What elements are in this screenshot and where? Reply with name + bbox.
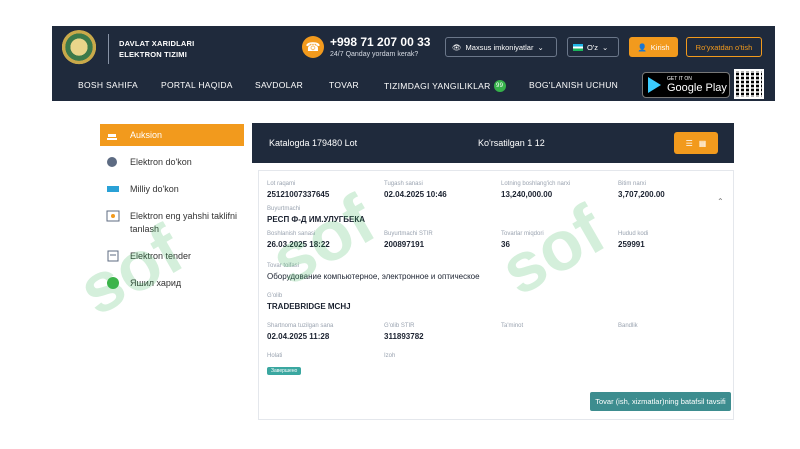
shown-count: Ko'rsatilgan 1 12 bbox=[478, 138, 545, 148]
flag-uz-icon bbox=[573, 43, 583, 51]
qr-code bbox=[734, 69, 764, 99]
sidebar-item-national-shop[interactable]: Milliy do'kon bbox=[100, 179, 244, 200]
customer-field: Buyurtmachi РЕСП Ф-Д ИМ.УЛУГБЕКА bbox=[267, 206, 366, 224]
brand-divider bbox=[108, 34, 109, 64]
chevron-up-icon[interactable]: ⌃ bbox=[717, 197, 724, 206]
contract-date-field: Shartnoma tuzilgan sana 02.04.2025 11:28 bbox=[267, 323, 334, 341]
support-phone[interactable]: ☎ +998 71 207 00 33 24/7 Qanday yordam k… bbox=[302, 35, 430, 58]
lot-number-field: Lot raqami 25121007337645 bbox=[267, 181, 330, 199]
state-emblem-icon bbox=[60, 30, 98, 68]
phone-icon: ☎ bbox=[302, 35, 324, 58]
register-button[interactable]: Ro'yxatdan o'tish bbox=[686, 37, 762, 57]
quantity-field: Tovarlar miqdori 36 bbox=[501, 231, 544, 249]
status-badge: Завершено bbox=[267, 367, 302, 375]
chevron-down-icon: ⌄ bbox=[537, 42, 544, 52]
details-button[interactable]: Tovar (ish, xizmatlar)ning batafsil tavs… bbox=[590, 392, 731, 411]
google-play-button[interactable]: GET IT ON Google Play bbox=[642, 72, 730, 98]
note-field: Izoh bbox=[384, 353, 396, 359]
nav-news[interactable]: TIZIMDAGI YANGILIKLAR 99 bbox=[384, 80, 506, 92]
list-icon: ☰ bbox=[685, 138, 693, 148]
brand-title: DAVLAT XARIDLARI ELEKTRON TIZIMI bbox=[119, 39, 195, 59]
language-selector[interactable]: O'z ⌄ bbox=[567, 37, 619, 57]
top-header: DAVLAT XARIDLARI ELEKTRON TIZIMI ☎ +998 … bbox=[52, 26, 775, 101]
accessibility-dropdown[interactable]: 👁 Maxsus imkoniyatlar ⌄ bbox=[445, 37, 557, 57]
sidebar-item-auction[interactable]: Auksion bbox=[100, 124, 244, 146]
shop-icon bbox=[107, 157, 117, 167]
sidebar-item-eshop[interactable]: Elektron do'kon bbox=[100, 152, 244, 173]
extra-field-1: Ta'minot bbox=[501, 323, 524, 329]
grid-icon: ▦ bbox=[698, 138, 707, 148]
region-field: Hudud kodi 259991 bbox=[618, 231, 649, 249]
phone-number: +998 71 207 00 33 bbox=[330, 35, 431, 49]
catalog-count: Katalogda 179480 Lot bbox=[269, 138, 358, 148]
tender-icon bbox=[107, 250, 119, 262]
offer-icon bbox=[106, 210, 120, 222]
inn-field: Buyurtmachi STIR 200897191 bbox=[384, 231, 433, 249]
sidebar-item-best-offer[interactable]: Elektron eng yahshi taklifni tanlash bbox=[100, 206, 244, 240]
category-field: Tovar toifasi Оборудование компьютерное,… bbox=[267, 263, 480, 281]
lot-card[interactable]: Lot raqami 25121007337645 Tugash sanasi … bbox=[258, 170, 734, 420]
phone-subtitle: 24/7 Qanday yordam kerak? bbox=[330, 51, 419, 58]
category-sidebar: Auksion Elektron do'kon Milliy do'kon El… bbox=[100, 124, 244, 300]
eye-icon: 👁 bbox=[452, 42, 462, 52]
deal-price-field: Bitim narxi 3,707,200.00 bbox=[618, 181, 665, 199]
google-play-icon bbox=[648, 77, 661, 93]
chevron-down-icon: ⌄ bbox=[602, 42, 609, 52]
view-toggle-button[interactable]: ☰ ▦ bbox=[674, 132, 718, 154]
extra-field-2: Bandlik bbox=[618, 323, 638, 329]
status-field: Holati Завершено bbox=[267, 353, 302, 377]
user-icon: 👤 bbox=[637, 42, 647, 52]
news-count-badge: 99 bbox=[493, 80, 506, 92]
nav-home[interactable]: BOSH SAHIFA bbox=[78, 80, 138, 90]
nav-about[interactable]: PORTAL HAQIDA bbox=[161, 80, 233, 90]
catalog-header: Katalogda 179480 Lot Ko'rsatilgan 1 12 ☰… bbox=[252, 123, 734, 163]
national-shop-icon bbox=[107, 186, 119, 192]
start-date-field: Boshlanish sanasi 26.03.2025 18:22 bbox=[267, 231, 330, 249]
start-price-field: Lotning boshlang'ich narxi 13,240,000.00 bbox=[501, 181, 571, 199]
nav-contact[interactable]: BOG'LANISH UCHUN bbox=[529, 80, 618, 90]
leaf-icon bbox=[107, 277, 119, 289]
main-nav: BOSH SAHIFA PORTAL HAQIDA SAVDOLAR TOVAR… bbox=[52, 72, 637, 101]
seller-inn-field: G'olib STIR 311893782 bbox=[384, 323, 424, 341]
sidebar-item-tender[interactable]: Elektron tender bbox=[100, 246, 244, 267]
brand[interactable]: DAVLAT XARIDLARI ELEKTRON TIZIMI bbox=[60, 30, 194, 68]
nav-trades[interactable]: SAVDOLAR bbox=[255, 80, 303, 90]
nav-goods[interactable]: TOVAR bbox=[329, 80, 359, 90]
seller-field: G'olib TRADEBRIDGE MCHJ bbox=[267, 293, 351, 311]
sidebar-item-green-procurement[interactable]: Яшил харид bbox=[100, 273, 244, 294]
end-date-field: Tugash sanasi 02.04.2025 10:46 bbox=[384, 181, 447, 199]
login-button[interactable]: 👤 Kirish bbox=[629, 37, 678, 57]
gavel-icon bbox=[107, 134, 117, 140]
